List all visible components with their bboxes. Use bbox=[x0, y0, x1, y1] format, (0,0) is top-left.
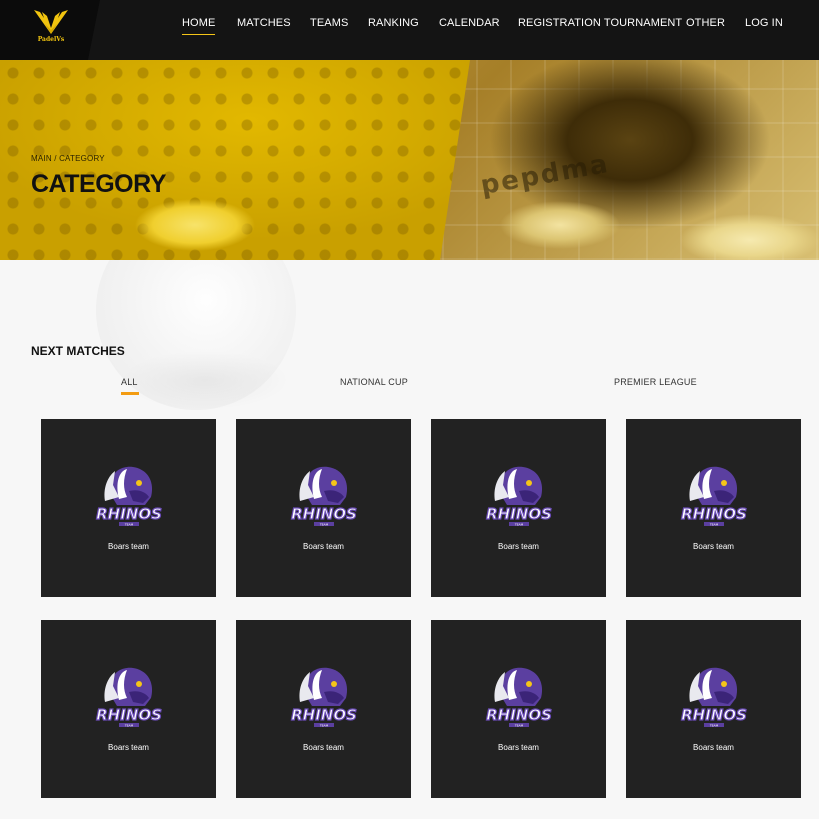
match-card[interactable]: RHINOS TEAM Boars team bbox=[236, 620, 411, 798]
rhinos-logo-text: RHINOS bbox=[486, 706, 552, 724]
svg-text:TEAM: TEAM bbox=[123, 522, 133, 526]
breadcrumb: MAIN / CATEGORY bbox=[31, 154, 105, 163]
rhinos-logo-text: RHINOS bbox=[291, 505, 357, 523]
rhino-team-logo-icon: RHINOS TEAM bbox=[290, 667, 357, 727]
svg-text:TEAM: TEAM bbox=[708, 522, 718, 526]
page-title: CATEGORY bbox=[31, 170, 166, 198]
rhinos-logo-text: RHINOS bbox=[681, 505, 747, 523]
match-card[interactable]: RHINOS TEAM Boars team bbox=[626, 419, 801, 597]
main-menu: HOME MATCHES TEAMS RANKING CALENDAR REGI… bbox=[0, 0, 819, 60]
next-matches-section: NEXT MATCHES ALL NATIONAL CUP PREMIER LE… bbox=[0, 260, 819, 819]
team-name: Boars team bbox=[498, 542, 539, 551]
match-card[interactable]: RHINOS TEAM Boars team bbox=[41, 419, 216, 597]
nav-teams[interactable]: TEAMS bbox=[310, 17, 348, 29]
rhino-team-logo-icon: RHINOS TEAM bbox=[485, 466, 552, 526]
rhino-team-logo-icon: RHINOS TEAM bbox=[485, 667, 552, 727]
rhino-team-logo-icon: RHINOS TEAM bbox=[680, 466, 747, 526]
ball-shadow bbox=[120, 350, 290, 410]
rhinos-logo-text: RHINOS bbox=[486, 505, 552, 523]
tab-premier-league[interactable]: PREMIER LEAGUE bbox=[614, 377, 697, 387]
rhino-team-logo-icon: RHINOS TEAM bbox=[680, 667, 747, 727]
match-card[interactable]: RHINOS TEAM Boars team bbox=[236, 419, 411, 597]
nav-calendar[interactable]: CALENDAR bbox=[439, 17, 500, 29]
rhinos-logo-text: RHINOS bbox=[681, 706, 747, 724]
rhinos-logo-text: RHINOS bbox=[96, 505, 162, 523]
team-name: Boars team bbox=[303, 542, 344, 551]
match-card[interactable]: RHINOS TEAM Boars team bbox=[41, 620, 216, 798]
tab-all[interactable]: ALL bbox=[121, 377, 139, 395]
hero-banner: pepdma MAIN / CATEGORY CATEGORY bbox=[0, 60, 819, 260]
team-name: Boars team bbox=[303, 743, 344, 752]
svg-text:TEAM: TEAM bbox=[318, 522, 328, 526]
nav-home[interactable]: HOME bbox=[182, 17, 216, 35]
match-card[interactable]: RHINOS TEAM Boars team bbox=[431, 620, 606, 798]
nav-login[interactable]: LOG IN bbox=[745, 17, 783, 29]
top-navigation: PadelVs HOME MATCHES TEAMS RANKING CALEN… bbox=[0, 0, 819, 60]
team-name: Boars team bbox=[693, 743, 734, 752]
nav-registration-tournament[interactable]: REGISTRATION TOURNAMENT bbox=[518, 17, 682, 29]
team-name: Boars team bbox=[498, 743, 539, 752]
section-title: NEXT MATCHES bbox=[31, 344, 125, 358]
svg-text:TEAM: TEAM bbox=[123, 723, 133, 727]
team-name: Boars team bbox=[108, 743, 149, 752]
team-name: Boars team bbox=[108, 542, 149, 551]
rhino-team-logo-icon: RHINOS TEAM bbox=[95, 667, 162, 727]
svg-text:TEAM: TEAM bbox=[708, 723, 718, 727]
rhino-team-logo-icon: RHINOS TEAM bbox=[290, 466, 357, 526]
match-card[interactable]: RHINOS TEAM Boars team bbox=[431, 419, 606, 597]
nav-other[interactable]: OTHER bbox=[686, 17, 725, 29]
team-name: Boars team bbox=[693, 542, 734, 551]
rhinos-logo-text: RHINOS bbox=[291, 706, 357, 724]
nav-matches[interactable]: MATCHES bbox=[237, 17, 291, 29]
svg-text:TEAM: TEAM bbox=[513, 723, 523, 727]
tab-national-cup[interactable]: NATIONAL CUP bbox=[340, 377, 408, 387]
rhinos-logo-text: RHINOS bbox=[96, 706, 162, 724]
nav-ranking[interactable]: RANKING bbox=[368, 17, 419, 29]
svg-text:TEAM: TEAM bbox=[318, 723, 328, 727]
svg-text:TEAM: TEAM bbox=[513, 522, 523, 526]
rhino-team-logo-icon: RHINOS TEAM bbox=[95, 466, 162, 526]
match-card[interactable]: RHINOS TEAM Boars team bbox=[626, 620, 801, 798]
